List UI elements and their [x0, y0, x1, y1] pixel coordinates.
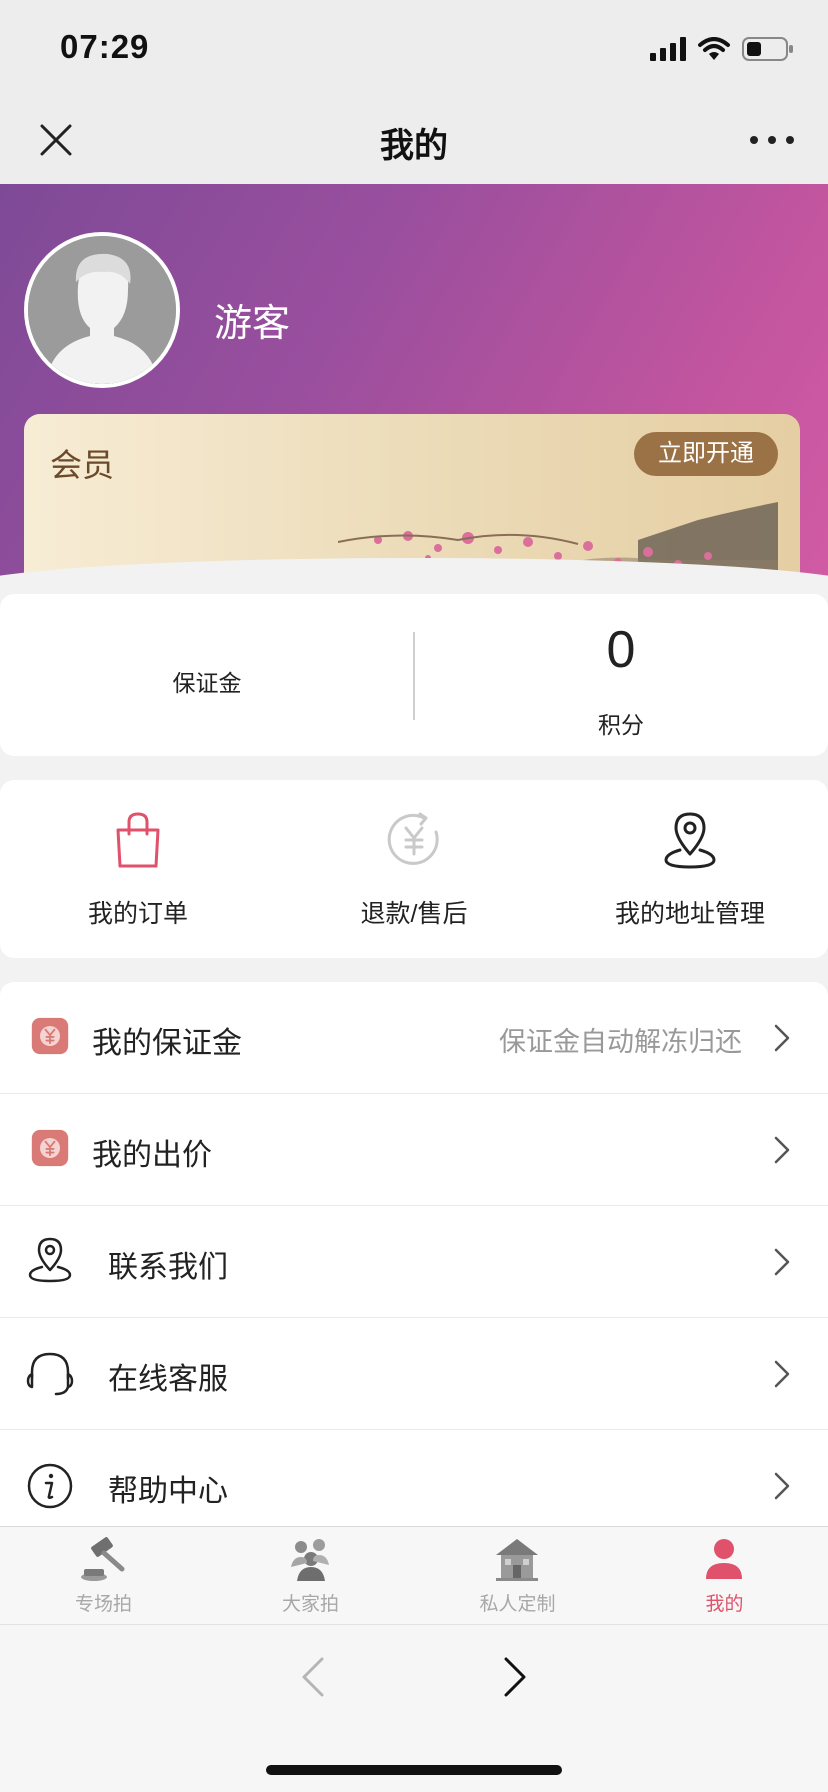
menu-item-my-bids[interactable]: 我的出价: [0, 1094, 828, 1206]
nav-bar: 我的: [0, 96, 828, 184]
tab-label: 大家拍: [281, 1594, 339, 1615]
quick-action-label: 我的订单: [87, 900, 188, 928]
address-management-button[interactable]: 我的地址管理: [552, 780, 828, 958]
chevron-right-icon: [774, 1472, 790, 1500]
chevron-right-icon: [774, 1360, 790, 1388]
quick-action-label: 我的地址管理: [614, 900, 765, 928]
points-label: 积分: [598, 712, 644, 738]
menu-item-label: 我的出价: [92, 1139, 212, 1172]
people-group-icon: [291, 1539, 329, 1581]
tab-special-auction[interactable]: 专场拍: [0, 1527, 207, 1625]
tab-group-auction[interactable]: 大家拍: [207, 1527, 414, 1625]
my-orders-button[interactable]: 我的订单: [0, 780, 276, 958]
user-silhouette-icon: [28, 236, 176, 384]
avatar[interactable]: [24, 232, 180, 388]
profile-header: 游客 会员 立即开通: [0, 184, 828, 578]
menu-list: 我的保证金 保证金自动解冻归还 我的出价 联系我们 在线客服 帮助中心: [0, 982, 828, 1542]
user-icon: [706, 1539, 742, 1579]
location-pin-icon: [664, 812, 716, 869]
more-icon[interactable]: [750, 120, 794, 160]
battery-icon: [742, 37, 793, 61]
status-icons: [650, 34, 794, 64]
activate-membership-button[interactable]: 立即开通: [634, 432, 778, 476]
stats-card: 保证金 0 积分: [0, 594, 828, 756]
info-icon: [27, 1463, 73, 1509]
tab-label: 我的: [705, 1594, 744, 1615]
auction-gavel-icon: [81, 1537, 125, 1581]
forward-arrow-icon[interactable]: [500, 1655, 530, 1699]
chevron-right-icon: [774, 1136, 790, 1164]
signal-icon: [650, 37, 686, 61]
points-stat[interactable]: 0 积分: [414, 594, 828, 756]
wifi-icon: [698, 37, 730, 60]
status-time: 07:29: [60, 28, 150, 65]
tab-bar: 专场拍 大家拍 私人定制 我的: [0, 1526, 828, 1624]
tab-private-custom[interactable]: 私人定制: [414, 1527, 621, 1625]
quick-actions: 我的订单 退款/售后 我的地址管理: [0, 780, 828, 958]
headset-icon: [26, 1352, 74, 1396]
menu-item-subtitle: 保证金自动解冻归还: [499, 1027, 742, 1057]
yen-bid-icon: [31, 1129, 69, 1167]
page-title: 我的: [380, 127, 448, 165]
member-label: 会员: [50, 447, 115, 483]
shopping-bag-icon: [116, 812, 160, 868]
menu-item-label: 我的保证金: [92, 1027, 242, 1060]
menu-item-label: 在线客服: [108, 1363, 228, 1396]
tab-label: 专场拍: [74, 1594, 132, 1615]
username: 游客: [214, 303, 291, 345]
menu-item-contact-us[interactable]: 联系我们: [0, 1206, 828, 1318]
tab-mine[interactable]: 我的: [621, 1527, 828, 1625]
menu-item-label: 帮助中心: [108, 1475, 228, 1508]
quick-action-label: 退款/售后: [360, 900, 468, 928]
deposit-stat[interactable]: 保证金: [0, 594, 414, 756]
member-card[interactable]: 会员 立即开通: [24, 414, 800, 578]
status-bar: 07:29: [0, 0, 828, 96]
menu-item-label: 联系我们: [108, 1251, 228, 1284]
points-value: 0: [606, 621, 636, 679]
menu-item-online-service[interactable]: 在线客服: [0, 1318, 828, 1430]
location-pin-icon: [28, 1237, 72, 1283]
browser-toolbar: [0, 1624, 828, 1792]
yen-refund-icon: [387, 812, 439, 865]
house-icon: [496, 1539, 538, 1581]
chevron-right-icon: [774, 1024, 790, 1052]
refund-aftersale-button[interactable]: 退款/售后: [276, 780, 552, 958]
deposit-label: 保证金: [172, 670, 242, 696]
yen-wallet-icon: [31, 1017, 69, 1055]
back-arrow-icon[interactable]: [298, 1655, 328, 1699]
chevron-right-icon: [774, 1248, 790, 1276]
tab-label: 私人定制: [479, 1594, 556, 1615]
home-indicator[interactable]: [266, 1765, 562, 1775]
menu-item-my-deposit[interactable]: 我的保证金 保证金自动解冻归还: [0, 982, 828, 1094]
